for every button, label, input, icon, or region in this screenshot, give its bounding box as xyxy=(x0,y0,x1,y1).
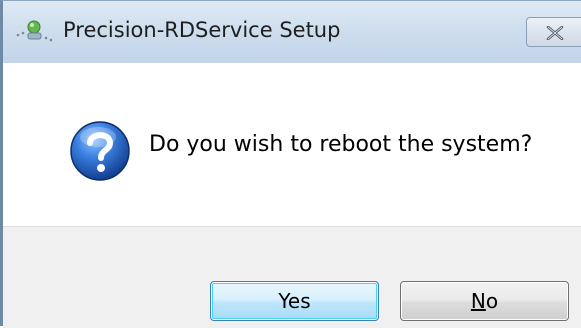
dialog-window: Precision-RDService Setup Do you wish to… xyxy=(0,0,581,328)
window-title: Precision-RDService Setup xyxy=(63,18,341,42)
question-icon xyxy=(68,119,132,183)
no-button-mnemonic: N xyxy=(470,289,486,313)
dialog-message: Do you wish to reboot the system? xyxy=(149,132,533,157)
yes-button[interactable]: Yes xyxy=(210,281,379,321)
installer-icon xyxy=(15,19,55,45)
yes-button-label: Yes xyxy=(278,289,311,313)
no-button-label: o xyxy=(485,289,499,313)
close-button[interactable] xyxy=(526,17,581,47)
button-bar: Yes No xyxy=(3,226,581,328)
no-button[interactable]: No xyxy=(400,281,569,321)
close-icon xyxy=(546,26,564,40)
title-bar[interactable]: Precision-RDService Setup xyxy=(3,1,581,63)
dialog-body: Do you wish to reboot the system? Yes No xyxy=(3,63,581,328)
